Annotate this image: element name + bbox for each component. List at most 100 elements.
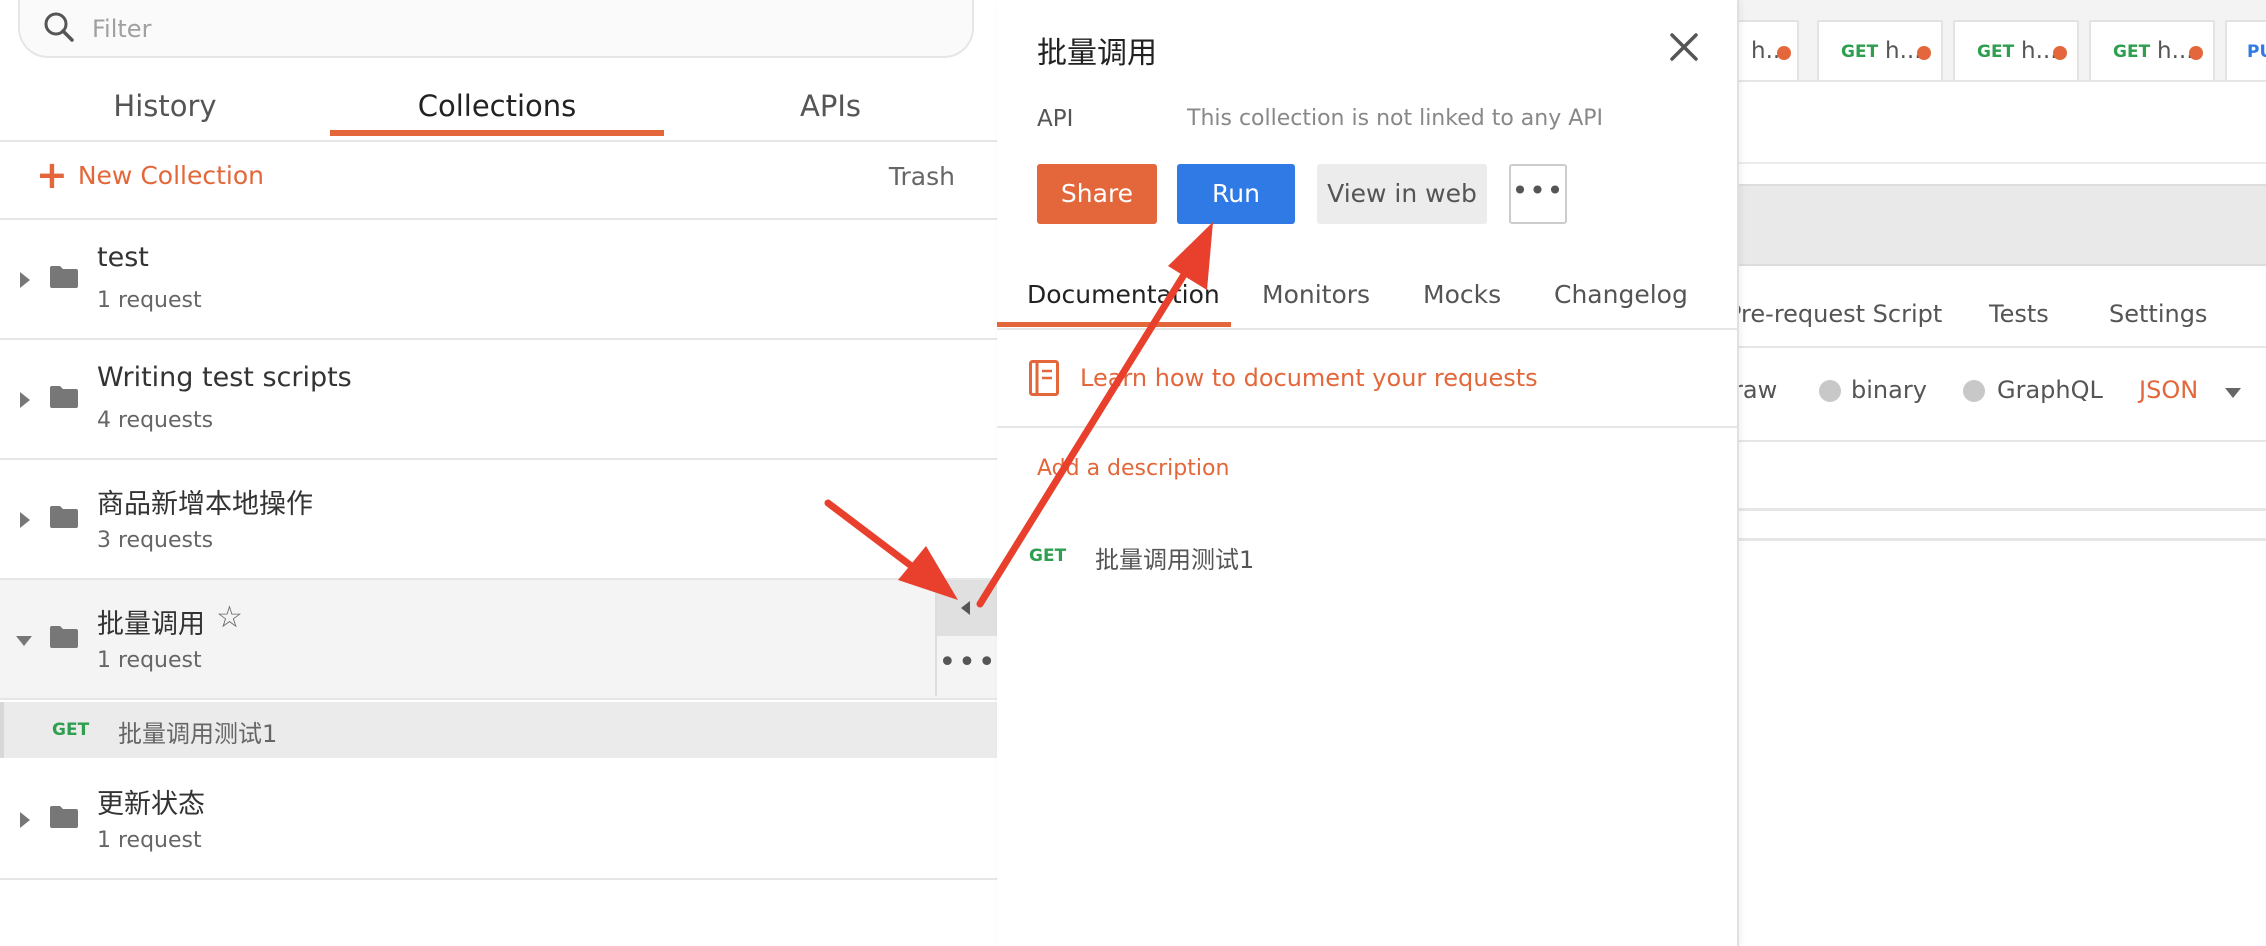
folder-icon — [50, 806, 78, 828]
collection-item[interactable]: 更新状态 1 request — [0, 760, 997, 880]
new-collection-button[interactable]: + New Collection — [36, 153, 264, 197]
unsaved-dot-icon — [1777, 46, 1791, 60]
panel-tabs: Documentation Monitors Mocks Changelog — [997, 270, 1737, 330]
panel-title: 批量调用 — [1037, 36, 1157, 71]
method-badge: GET — [52, 720, 90, 740]
request-tab[interactable]: h... — [1737, 20, 1799, 80]
collection-count: 4 requests — [97, 408, 214, 433]
collection-item[interactable]: test 1 request — [0, 220, 997, 340]
request-tab-strip: h... GET h... GET h... GET h... PU — [1737, 0, 2266, 82]
body-type-options: raw binary GraphQL JSON — [1737, 350, 2266, 442]
add-description-link[interactable]: Add a description — [1037, 456, 1229, 481]
tab-apis[interactable]: APIs — [664, 80, 997, 140]
tab-monitors[interactable]: Monitors — [1262, 280, 1370, 309]
request-tab-title: h... — [2021, 38, 2058, 64]
unsaved-dot-icon — [1917, 46, 1931, 60]
more-actions-button[interactable]: ••• — [1509, 164, 1567, 224]
request-tab[interactable]: PU — [2225, 20, 2266, 80]
collection-item[interactable]: 商品新增本地操作 3 requests — [0, 460, 997, 580]
collection-detail-panel: 批量调用 API This collection is not linked t… — [997, 0, 1739, 946]
folder-icon — [50, 386, 78, 408]
editor-divider — [1737, 508, 2266, 511]
body-option-raw[interactable]: raw — [1737, 376, 1777, 404]
folder-icon — [50, 266, 78, 288]
collection-count: 1 request — [97, 828, 202, 853]
request-tab[interactable]: GET h... — [2089, 20, 2215, 80]
collection-name: 批量调用 — [97, 609, 205, 640]
collection-count: 1 request — [97, 648, 202, 673]
method-badge: GET — [1029, 546, 1067, 566]
request-tab[interactable]: GET h... — [1817, 20, 1943, 80]
request-tab-title: h... — [1885, 38, 1922, 64]
collection-name: Writing test scripts — [97, 362, 352, 393]
request-name: 批量调用测试1 — [118, 720, 278, 748]
share-button[interactable]: Share — [1037, 164, 1157, 224]
body-option-binary[interactable]: binary — [1851, 376, 1927, 404]
sidebar-tabs: History Collections APIs — [0, 80, 997, 142]
unsaved-dot-icon — [2189, 46, 2203, 60]
api-link-status: This collection is not linked to any API — [1187, 106, 1604, 131]
caret-right-icon[interactable] — [20, 272, 30, 288]
tab-changelog[interactable]: Changelog — [1554, 280, 1688, 309]
learn-docs-link[interactable]: Learn how to document your requests — [1080, 364, 1538, 392]
close-icon[interactable] — [1669, 32, 1699, 62]
request-tab-title: h... — [2157, 38, 2194, 64]
unsaved-dot-icon — [2053, 46, 2067, 60]
filter-input[interactable] — [90, 8, 954, 50]
tab-history[interactable]: History — [0, 80, 330, 140]
collection-count: 3 requests — [97, 528, 214, 553]
caret-left-icon — [961, 601, 970, 615]
collection-item-selected[interactable]: 批量调用 ☆ 1 request ••• — [0, 580, 999, 700]
collections-sidebar: History Collections APIs + New Collectio… — [0, 0, 999, 946]
request-editor-background: h... GET h... GET h... GET h... PU Pre-r… — [1737, 0, 2266, 946]
editor-divider — [1737, 538, 2266, 541]
chevron-down-icon[interactable] — [2225, 388, 2241, 398]
tab-pre-request-script[interactable]: Pre-request Script — [1737, 300, 1942, 328]
run-button[interactable]: Run — [1177, 164, 1295, 224]
documentation-hint: Learn how to document your requests — [997, 330, 1737, 428]
caret-right-icon[interactable] — [20, 512, 30, 528]
collections-toolbar: + New Collection Trash — [0, 140, 997, 220]
caret-down-icon[interactable] — [16, 636, 32, 646]
method-badge: GET — [1977, 42, 2015, 62]
request-item[interactable]: GET 批量调用测试1 — [0, 702, 997, 758]
view-in-web-button[interactable]: View in web — [1317, 164, 1487, 224]
body-format-select[interactable]: JSON — [2139, 376, 2198, 404]
method-badge: PU — [2247, 42, 2266, 62]
tab-settings[interactable]: Settings — [2109, 300, 2207, 328]
new-collection-label: New Collection — [77, 160, 264, 190]
collapse-panel-button[interactable] — [937, 580, 999, 636]
trash-button[interactable]: Trash — [889, 162, 955, 191]
collection-more-button[interactable]: ••• — [937, 638, 999, 696]
request-name-bar — [1737, 82, 2266, 164]
caret-right-icon[interactable] — [20, 392, 30, 408]
collection-name: 更新状态 — [97, 789, 205, 820]
tab-mocks[interactable]: Mocks — [1423, 280, 1501, 309]
folder-icon — [50, 626, 78, 648]
method-badge: GET — [2113, 42, 2151, 62]
radio-graphql[interactable] — [1963, 380, 1985, 402]
collection-count: 1 request — [97, 288, 202, 313]
active-tab-indicator — [330, 130, 664, 136]
radio-binary[interactable] — [1819, 380, 1841, 402]
tab-documentation[interactable]: Documentation — [1027, 280, 1220, 309]
plus-icon: + — [36, 153, 68, 197]
star-icon[interactable]: ☆ — [216, 600, 243, 635]
collection-actions: ••• — [935, 580, 999, 696]
tab-tests[interactable]: Tests — [1989, 300, 2049, 328]
collection-name: 商品新增本地操作 — [97, 489, 313, 520]
search-icon — [44, 12, 74, 42]
request-tab[interactable]: GET h... — [1953, 20, 2079, 80]
active-tab-indicator — [997, 322, 1231, 327]
book-icon — [1029, 360, 1059, 396]
api-label: API — [1037, 106, 1074, 132]
request-name: 批量调用测试1 — [1095, 546, 1255, 574]
method-badge: GET — [1841, 42, 1879, 62]
url-input-bar[interactable] — [1737, 184, 2266, 266]
body-option-graphql[interactable]: GraphQL — [1997, 376, 2103, 404]
caret-right-icon[interactable] — [20, 812, 30, 828]
collection-item[interactable]: Writing test scripts 4 requests — [0, 340, 997, 460]
collection-name: test — [97, 242, 149, 273]
filter-box[interactable] — [18, 0, 974, 58]
request-sub-tabs: Pre-request Script Tests Settings — [1737, 286, 2266, 348]
